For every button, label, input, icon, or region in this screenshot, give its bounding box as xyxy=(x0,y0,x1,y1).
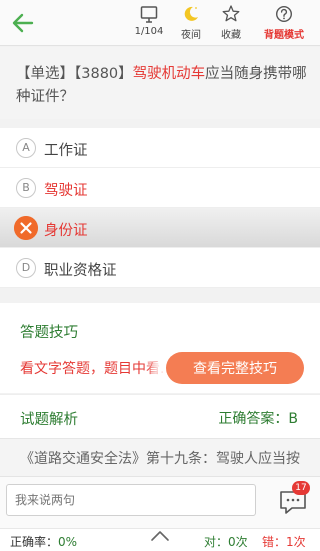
top-bar: 1/104 夜间 收藏 背题模式 xyxy=(0,0,320,46)
comment-input[interactable] xyxy=(6,484,256,516)
comment-count-badge: 17 xyxy=(292,481,310,495)
correct-answer: 正确答案：B xyxy=(218,411,298,427)
analysis-body: 《道路交通安全法》第十九条：驾驶人应当按 xyxy=(0,438,320,478)
tips-title: 答题技巧 xyxy=(20,325,78,341)
correct-count: 对：0次 xyxy=(204,535,248,549)
night-mode-button[interactable]: 夜间 xyxy=(176,4,206,42)
bottom-stats-bar: 正确率：0% 对：0次 错：1次 xyxy=(0,528,320,551)
favorite-button[interactable]: 收藏 xyxy=(216,4,246,42)
favorite-label: 收藏 xyxy=(221,30,241,41)
option-letter: B xyxy=(16,178,36,198)
option-b[interactable]: B 驾驶证 xyxy=(0,168,320,208)
question-keyword: 驾驶机动车 xyxy=(132,66,206,82)
progress-label: 1/104 xyxy=(134,26,164,37)
option-letter: A xyxy=(16,138,36,158)
star-icon xyxy=(222,5,240,22)
options-list: A 工作证 B 驾驶证 身份证 D 职业资格证 xyxy=(0,128,320,288)
moon-icon xyxy=(184,6,198,21)
option-text: 驾驶证 xyxy=(44,183,88,199)
question-text: 【单选】【3880】驾驶机动车应当随身携带哪种证件？ xyxy=(16,63,312,109)
progress-indicator[interactable]: 1/104 xyxy=(131,4,167,42)
monitor-icon xyxy=(140,6,158,23)
option-d[interactable]: D 职业资格证 xyxy=(0,248,320,288)
accuracy-value: 0% xyxy=(58,535,78,549)
option-a[interactable]: A 工作证 xyxy=(0,128,320,168)
option-text: 工作证 xyxy=(44,143,88,159)
option-c[interactable]: 身份证 xyxy=(0,208,320,248)
wrong-x-icon xyxy=(14,216,38,240)
analysis-title: 试题解析 xyxy=(20,412,78,428)
comment-bar: 17 xyxy=(0,476,320,528)
analysis-content: 《道路交通安全法》第十九条：驾驶人应当按 xyxy=(20,451,300,467)
recite-mode-label: 背题模式 xyxy=(264,30,304,41)
question-area: 【单选】【3880】驾驶机动车应当随身携带哪种证件？ xyxy=(0,47,320,119)
answer-tips-section: 答题技巧 看文字答题，题目中看... 查看完整技巧 xyxy=(0,303,320,393)
option-text: 职业资格证 xyxy=(44,263,117,279)
view-full-tips-button[interactable]: 查看完整技巧 xyxy=(166,352,304,384)
accuracy-rate: 正确率：0% xyxy=(10,533,77,550)
analysis-header: 试题解析 正确答案：B xyxy=(0,394,320,438)
wrong-count: 错：1次 xyxy=(262,535,306,549)
accuracy-label: 正确率： xyxy=(10,535,59,549)
tips-text: 看文字答题，题目中看... xyxy=(20,361,174,377)
question-circle-icon xyxy=(275,5,293,23)
chevron-up-icon[interactable] xyxy=(149,529,171,543)
question-id-tag: 【3880】 xyxy=(74,66,133,82)
option-text: 身份证 xyxy=(44,223,88,239)
option-letter: D xyxy=(16,258,36,278)
back-arrow-icon[interactable] xyxy=(10,10,36,36)
night-mode-label: 夜间 xyxy=(181,30,201,41)
question-type-tag: 【单选】 xyxy=(16,66,74,82)
recite-mode-button[interactable]: 背题模式 xyxy=(255,4,313,42)
